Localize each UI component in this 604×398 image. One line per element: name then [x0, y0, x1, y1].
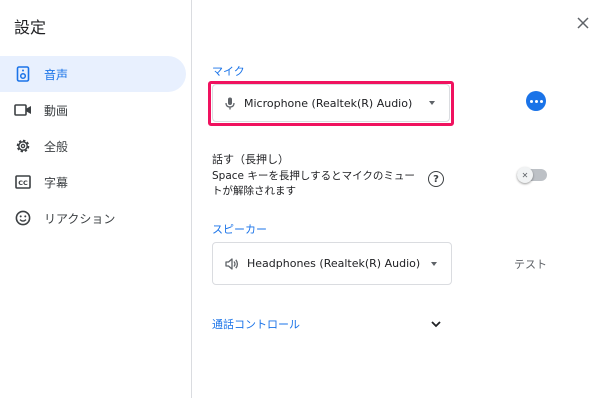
gear-icon — [14, 137, 32, 155]
speaker-icon — [14, 65, 32, 83]
sidebar-item-reactions[interactable]: リアクション — [0, 200, 186, 236]
sidebar-item-label: 全般 — [44, 139, 69, 154]
svg-text:CC: CC — [18, 179, 28, 187]
expand-chevron-icon[interactable] — [429, 316, 443, 330]
sidebar-item-video[interactable]: 動画 — [0, 92, 186, 128]
chevron-down-icon — [431, 261, 437, 266]
push-to-talk-toggle[interactable]: ✕ — [517, 167, 547, 183]
speaker-select[interactable]: Headphones (Realtek(R) Audio) — [212, 242, 452, 285]
speaker-section-label: スピーカー — [212, 223, 267, 236]
sidebar-item-label: 字幕 — [44, 175, 69, 190]
help-icon[interactable]: ? — [428, 171, 444, 187]
videocam-icon — [14, 101, 32, 119]
volume-icon — [225, 257, 239, 270]
close-icon — [577, 17, 589, 29]
toggle-knob: ✕ — [517, 167, 533, 183]
sidebar-item-label: リアクション — [44, 211, 116, 226]
push-to-talk-title: 話す（長押し） — [212, 153, 289, 166]
speaker-test-button[interactable]: テスト — [514, 256, 547, 272]
more-options-button[interactable] — [526, 91, 546, 111]
smiley-icon — [14, 209, 32, 227]
settings-sidebar: 設定 音声 動画 全般 CC 字幕 リアクション — [0, 0, 192, 398]
call-control-toggle[interactable]: 通話コントロール — [212, 316, 300, 332]
speaker-selected-value: Headphones (Realtek(R) Audio) — [247, 257, 421, 270]
dialog-title: 設定 — [14, 18, 47, 37]
highlight-annotation — [208, 81, 454, 126]
settings-nav: 音声 動画 全般 CC 字幕 リアクション — [0, 56, 186, 236]
close-button[interactable] — [572, 12, 594, 34]
more-icon-dot — [539, 99, 543, 103]
more-icon-dot — [529, 99, 533, 103]
sidebar-item-audio[interactable]: 音声 — [0, 56, 186, 92]
captions-icon: CC — [14, 173, 32, 191]
microphone-section-label: マイク — [212, 65, 245, 78]
sidebar-item-label: 音声 — [44, 67, 69, 82]
push-to-talk-description: Space キーを長押しするとマイクのミュートが解除されます — [212, 170, 415, 197]
sidebar-item-general[interactable]: 全般 — [0, 128, 186, 164]
sidebar-item-captions[interactable]: CC 字幕 — [0, 164, 186, 200]
more-icon-dot — [534, 99, 538, 103]
sidebar-item-label: 動画 — [44, 103, 69, 118]
